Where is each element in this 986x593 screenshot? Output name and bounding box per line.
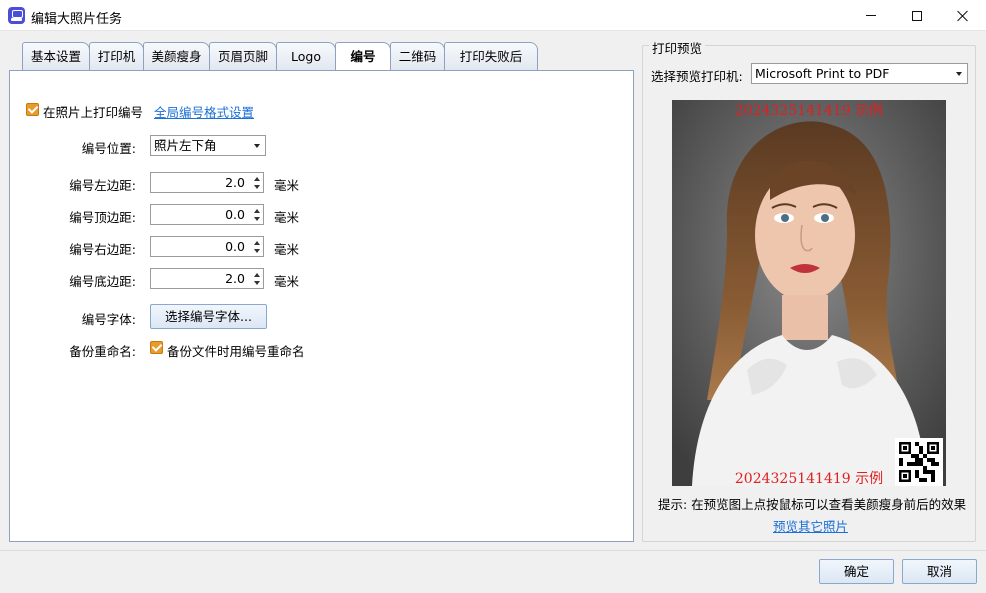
title-bar: 编辑大照片任务 bbox=[0, 0, 986, 31]
top-margin-spinner[interactable]: 0.0 bbox=[150, 204, 264, 225]
print-number-checkbox[interactable] bbox=[26, 103, 39, 116]
bottom-margin-unit: 毫米 bbox=[274, 274, 300, 289]
spin-up-icon[interactable] bbox=[254, 209, 260, 213]
cancel-button[interactable]: 取消 bbox=[902, 559, 977, 584]
tab-beauty[interactable]: 美颜瘦身 bbox=[143, 42, 210, 71]
close-icon bbox=[957, 10, 969, 22]
left-margin-spinner[interactable]: 2.0 bbox=[150, 172, 264, 193]
qr-code-icon bbox=[895, 438, 943, 486]
bottom-margin-value: 2.0 bbox=[225, 271, 245, 286]
maximize-button[interactable] bbox=[894, 0, 940, 31]
tab-header-footer[interactable]: 页眉页脚 bbox=[209, 42, 277, 71]
spin-down-icon[interactable] bbox=[254, 281, 260, 285]
app-icon bbox=[8, 7, 25, 24]
backup-rename-label: 备份重命名: bbox=[69, 344, 136, 359]
preview-number-top: 2024325141419 示例 bbox=[734, 103, 884, 119]
tab-logo[interactable]: Logo bbox=[276, 42, 336, 71]
position-value: 照片左下角 bbox=[154, 138, 217, 153]
window-title: 编辑大照片任务 bbox=[31, 12, 123, 27]
tab-basic-settings[interactable]: 基本设置 bbox=[22, 42, 90, 71]
preview-hint: 提示: 在预览图上点按鼠标可以查看美颜瘦身前后的效果 bbox=[658, 497, 967, 512]
tab-numbering[interactable]: 编号 bbox=[335, 42, 391, 72]
preview-other-photos-link[interactable]: 预览其它照片 bbox=[773, 516, 848, 535]
right-margin-value: 0.0 bbox=[225, 239, 245, 254]
select-number-font-button[interactable]: 选择编号字体... bbox=[150, 304, 267, 329]
backup-rename-checkbox-label: 备份文件时用编号重命名 bbox=[167, 344, 305, 359]
maximize-icon bbox=[912, 10, 922, 21]
top-margin-unit: 毫米 bbox=[274, 210, 300, 225]
minimize-button[interactable] bbox=[848, 0, 894, 31]
minimize-icon bbox=[866, 15, 876, 16]
preview-printer-select[interactable]: Microsoft Print to PDF bbox=[751, 63, 968, 84]
dropdown-arrow-icon bbox=[254, 144, 260, 148]
spin-down-icon[interactable] bbox=[254, 249, 260, 253]
global-number-format-link[interactable]: 全局编号格式设置 bbox=[154, 102, 254, 121]
close-button[interactable] bbox=[940, 0, 986, 31]
portrait-image bbox=[672, 100, 946, 486]
position-label: 编号位置: bbox=[81, 141, 136, 156]
preview-photo[interactable]: 2024325141419 示例 2024325141419 示例 bbox=[672, 100, 946, 486]
tab-qrcode[interactable]: 二维码 bbox=[390, 42, 445, 71]
right-margin-unit: 毫米 bbox=[274, 242, 300, 257]
position-select[interactable]: 照片左下角 bbox=[150, 135, 266, 156]
spin-up-icon[interactable] bbox=[254, 273, 260, 277]
tab-print-failure[interactable]: 打印失败后 bbox=[444, 42, 538, 71]
print-number-label: 在照片上打印编号 bbox=[43, 105, 144, 120]
left-margin-value: 2.0 bbox=[225, 175, 245, 190]
bottom-margin-spinner[interactable]: 2.0 bbox=[150, 268, 264, 289]
dropdown-arrow-icon bbox=[956, 72, 962, 76]
right-margin-spinner[interactable]: 0.0 bbox=[150, 236, 264, 257]
font-label: 编号字体: bbox=[81, 312, 136, 327]
preview-printer-value: Microsoft Print to PDF bbox=[755, 66, 890, 81]
bottom-margin-label: 编号底边距: bbox=[69, 274, 136, 289]
spin-up-icon[interactable] bbox=[254, 241, 260, 245]
print-preview-title: 打印预览 bbox=[649, 38, 706, 57]
left-margin-unit: 毫米 bbox=[274, 178, 300, 193]
top-margin-label: 编号顶边距: bbox=[69, 210, 136, 225]
spin-down-icon[interactable] bbox=[254, 217, 260, 221]
right-margin-label: 编号右边距: bbox=[69, 242, 136, 257]
backup-rename-checkbox[interactable] bbox=[150, 341, 163, 354]
spin-up-icon[interactable] bbox=[254, 177, 260, 181]
left-margin-label: 编号左边距: bbox=[69, 178, 136, 193]
preview-printer-label: 选择预览打印机: bbox=[651, 69, 743, 84]
tab-printer[interactable]: 打印机 bbox=[89, 42, 144, 71]
ok-button[interactable]: 确定 bbox=[819, 559, 894, 584]
top-margin-value: 0.0 bbox=[225, 207, 245, 222]
spin-down-icon[interactable] bbox=[254, 185, 260, 189]
